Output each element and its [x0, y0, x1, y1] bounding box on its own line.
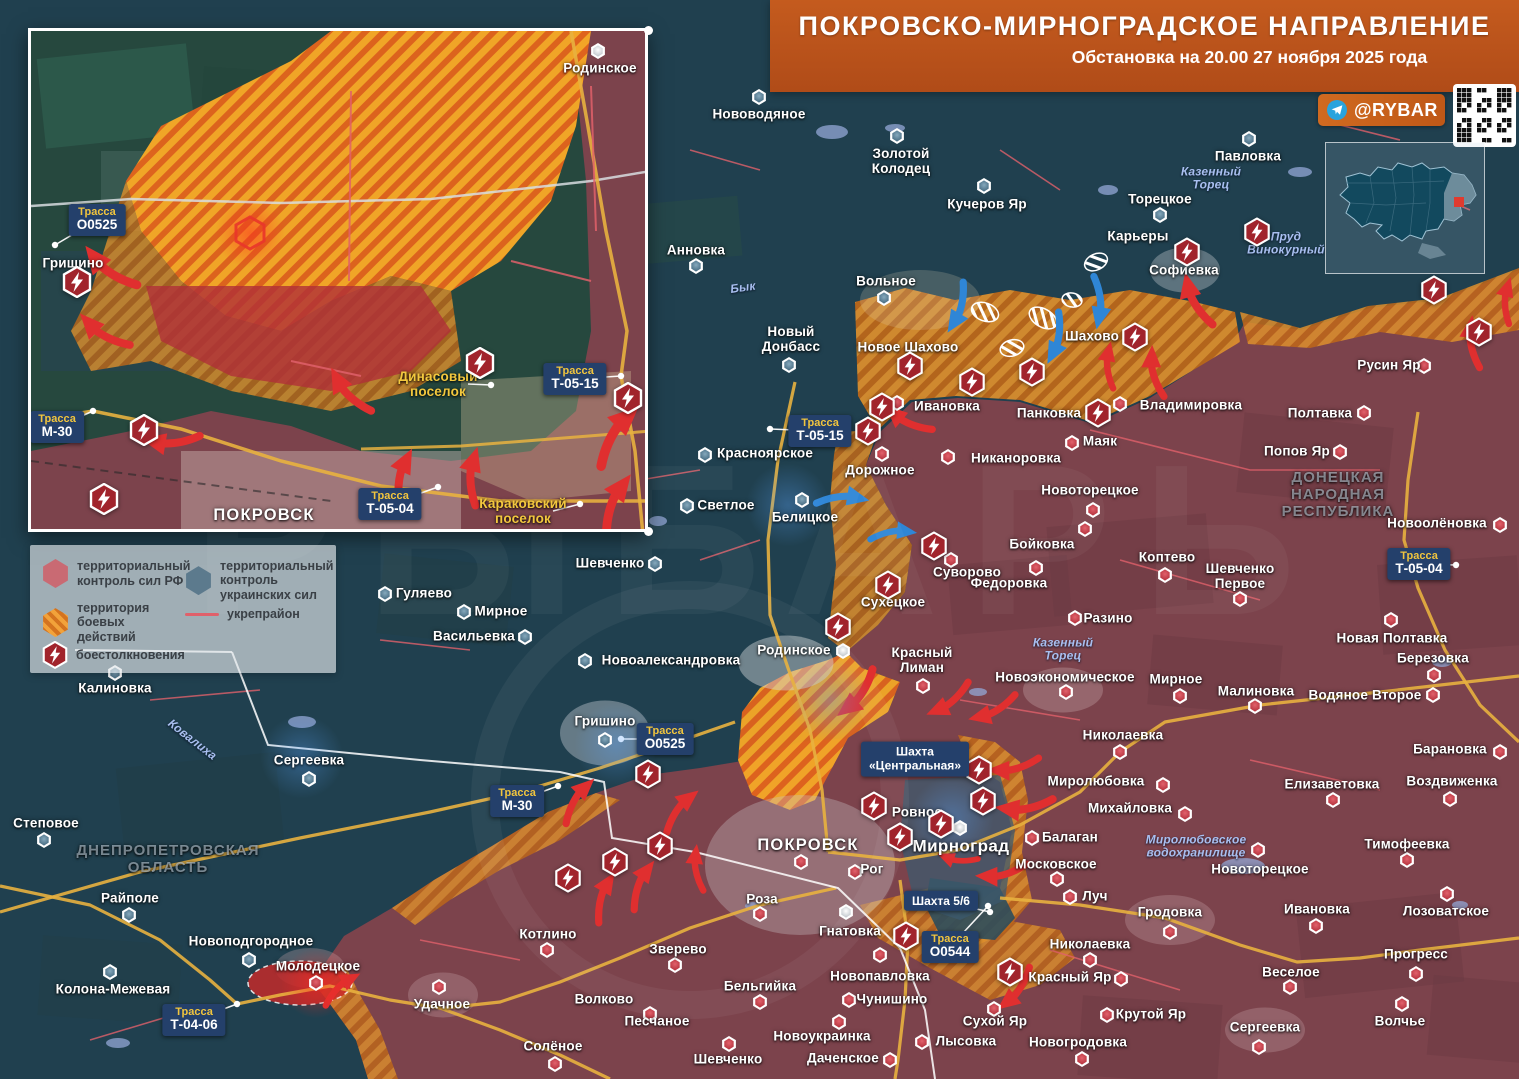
battle-icon — [1466, 318, 1493, 347]
road-label: ТрассаМ-30 — [490, 785, 544, 817]
legend-ua-swatch — [185, 566, 212, 595]
road-label: ТрассаО0525 — [637, 723, 694, 755]
battle-icon — [1174, 238, 1201, 267]
battle-icon — [959, 368, 986, 397]
legend-war-swatch — [42, 608, 69, 637]
map-subtitle: Обстановка на 20.00 27 ноября 2025 года — [770, 47, 1519, 68]
battle-icon — [861, 792, 888, 821]
battle-icon — [465, 347, 495, 379]
battle-icon — [129, 414, 159, 446]
battle-icon — [966, 756, 993, 785]
road-label: ТрассаТ-05-15 — [788, 415, 851, 447]
battle-icon — [855, 417, 882, 446]
battle-icon — [1122, 323, 1149, 352]
battle-icon — [825, 613, 852, 642]
legend-fort-label: укрепрайон — [227, 607, 300, 621]
battle-icon — [62, 266, 92, 298]
ukraine-minimap — [1325, 142, 1485, 274]
road-label: ТрассаТ-05-04 — [1387, 548, 1450, 580]
telegram-icon — [1327, 100, 1347, 120]
battle-icon — [970, 787, 997, 816]
road-label: ТрассаМ-30 — [30, 411, 84, 443]
battle-icon — [602, 848, 629, 877]
legend-rf-swatch — [42, 559, 69, 588]
battle-icon — [1019, 358, 1046, 387]
battle-icon — [893, 922, 920, 951]
qr-code — [1453, 84, 1516, 147]
battle-icon — [1085, 399, 1112, 428]
facility-label: Шахта 5/6 — [904, 891, 978, 911]
legend: территориальный контроль сил РФ территор… — [30, 545, 336, 673]
road-label: ТрассаО0544 — [922, 931, 979, 963]
battle-icon — [897, 352, 924, 381]
battle-icon — [89, 483, 119, 515]
battle-icon — [635, 760, 662, 789]
battle-icon — [928, 810, 955, 839]
battle-icon — [555, 864, 582, 893]
title-banner: ПОКРОВСКО-МИРНОГРАДСКОЕ НАПРАВЛЕНИЕ Обст… — [770, 0, 1519, 92]
legend-battle-swatch — [42, 641, 68, 669]
brand-handle: @RYBAR — [1354, 100, 1438, 121]
legend-rf-label: территориальный контроль сил РФ — [77, 559, 190, 588]
facility-label: Шахта «Центральная» — [861, 742, 969, 777]
legend-fort-swatch — [185, 613, 219, 616]
battle-icon — [887, 823, 914, 852]
battle-icon — [875, 571, 902, 600]
road-label: ТрассаТ-05-04 — [358, 488, 421, 520]
battle-icon — [1244, 218, 1271, 247]
battle-icon — [921, 532, 948, 561]
battle-icon — [647, 832, 674, 861]
legend-battle-label: боестолкновения — [76, 648, 185, 662]
map-title: ПОКРОВСКО-МИРНОГРАДСКОЕ НАПРАВЛЕНИЕ — [770, 11, 1519, 42]
road-label: ТрассаТ-04-06 — [162, 1004, 225, 1036]
legend-ua-label: территориальный контроль украинских сил — [220, 559, 333, 602]
battle-icon — [613, 382, 643, 414]
road-label: ТрассаТ-05-15 — [543, 363, 606, 395]
rybar-telegram-badge: @RYBAR — [1318, 94, 1445, 126]
pokrovsk-inset-map: РодинскоеГришиноПОКРОВСКТрассаО0525Трасс… — [28, 28, 648, 532]
road-label: ТрассаО0525 — [69, 204, 126, 236]
situation-map: РЫБАРЬ ДОНЕЦКАЯ НАРОДНАЯ РЕСПУБЛИКАДНЕПР… — [0, 0, 1519, 1079]
battle-icon — [1421, 276, 1448, 305]
battle-icon — [997, 958, 1024, 987]
legend-war-label: территория боевых действий — [77, 601, 172, 644]
